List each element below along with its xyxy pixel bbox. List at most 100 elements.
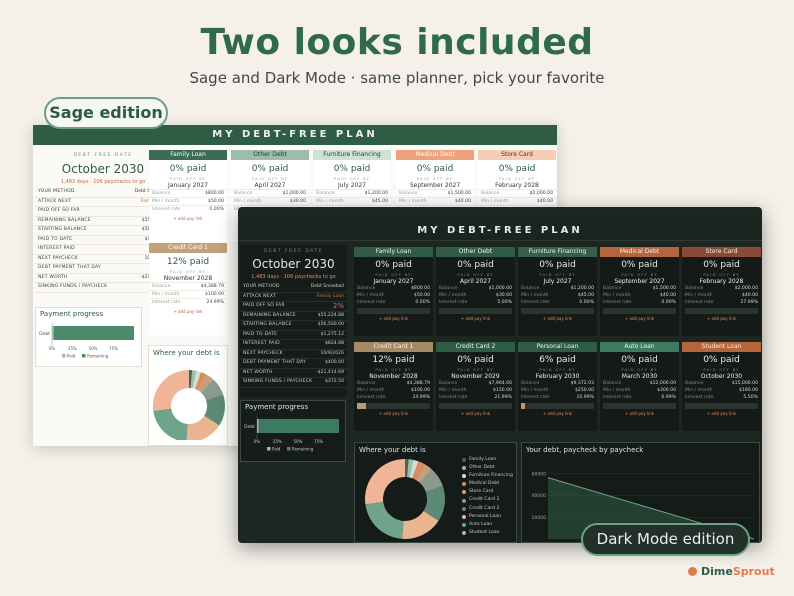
debt-card: Student Loan 0% paid PAID OFF BY October 20… (682, 342, 761, 431)
debt-card-date: February 2028 (495, 182, 539, 189)
legend-remaining-swatch (287, 447, 291, 451)
row-value: $800.00 (205, 191, 224, 196)
debt-card-row: Interest rate 6.99% (600, 394, 679, 401)
row-key: Min / month (521, 388, 549, 393)
add-pay-link[interactable]: + add pay link (149, 309, 227, 314)
legend-label: Credit Card 1 (469, 497, 500, 503)
debt-card-date: April 2027 (254, 182, 286, 189)
progress-bar (521, 308, 594, 314)
paid-off-by-label: PAID OFF BY (457, 367, 494, 372)
debt-card: Family Loan 0% paid PAID OFF BY January 202… (354, 247, 433, 336)
legend-label: Credit Card 2 (469, 505, 500, 511)
row-key: Min / month (439, 388, 467, 393)
add-pay-link[interactable]: + add pay link (149, 216, 227, 221)
add-pay-link[interactable]: + add pay link (436, 411, 515, 416)
progress-tick-label: 0% (49, 346, 56, 351)
debt-card-row: Interest rate 24.99% (354, 394, 433, 401)
paid-off-by-label: PAID OFF BY (375, 272, 412, 277)
row-key: Balance (234, 191, 253, 196)
debt-card-name: Medical Debt (396, 150, 474, 160)
progress-bar-fill (521, 403, 526, 409)
debt-card-row: Interest rate 24.99% (149, 298, 227, 306)
debt-card: Auto Loan 0% paid PAID OFF BY March 2030 Bal… (600, 342, 679, 431)
progress-tick-label: 75% (109, 346, 118, 351)
legend-swatch (462, 482, 466, 487)
add-pay-link[interactable]: + add pay link (518, 411, 597, 416)
summary-value: $55,224.88 (317, 312, 344, 318)
debt-card-row: Interest rate 5.50% (682, 394, 761, 401)
add-pay-link[interactable]: + add pay link (354, 411, 433, 416)
row-key: Min / month (152, 199, 180, 204)
progress-bar-fill (357, 403, 366, 409)
summary-row: Next paycheck 10/9/2026 (240, 350, 347, 359)
summary-key: Remaining balance (243, 312, 296, 318)
debt-card-percent: 12% paid (372, 355, 415, 365)
row-key: Min / month (685, 388, 713, 393)
debt-card-row: Balance $800.00 (149, 189, 227, 197)
debt-card-percent: 0% paid (375, 260, 412, 270)
progress-category-label: Debt (244, 424, 255, 430)
summary-row: Interest paid $824.88 (240, 340, 347, 350)
debt-card-row: Min / month $40.00 (682, 292, 761, 299)
legend-swatch (462, 506, 466, 511)
row-value: $7,964.06 (488, 381, 512, 386)
debt-card-percent: 0% paid (251, 164, 289, 174)
debt-card: Personal Loan 6% paid PAID OFF BY February … (518, 342, 597, 431)
row-key: Balance (685, 286, 704, 291)
donut-legend: Family Loan Other Debt Furniture Financing… (462, 456, 513, 537)
row-key: Balance (521, 381, 540, 386)
dark-payment-progress: Payment progress Debt 0% 25% 50% 75% Paid Rema… (240, 400, 346, 462)
debt-card-date: March 2030 (621, 373, 658, 380)
progress-paid-bar (52, 326, 54, 340)
debt-card-name: Credit Card 1 (354, 342, 433, 352)
paid-off-by-label: PAID OFF BY (333, 176, 371, 181)
row-value: $4,388.79 (200, 284, 224, 289)
add-pay-link[interactable]: + add pay link (354, 316, 433, 321)
row-value: $250.00 (575, 388, 594, 393)
row-value: $1,500.00 (447, 191, 471, 196)
debt-card-row: Min / month $30.00 (436, 292, 515, 299)
summary-row: Remaining balance $55,224.88 (240, 312, 347, 321)
debt-card-name: Auto Loan (600, 342, 679, 352)
add-pay-link[interactable]: + add pay link (600, 316, 679, 321)
legend-label: Medical Debt (469, 481, 500, 487)
debt-free-date: October 2030 (252, 257, 335, 271)
summary-key: Paid to date (243, 331, 278, 337)
legend-swatch (462, 490, 466, 495)
debt-card-percent: 0% paid (703, 355, 740, 365)
donut-slice (365, 459, 405, 505)
debt-card-date: November 2028 (369, 373, 418, 380)
summary-key: Net worth (243, 369, 273, 375)
dark-progress-chart: Debt 0% 25% 50% 75% Paid Remaining (244, 416, 339, 452)
row-value: $300.00 (657, 388, 676, 393)
add-pay-link[interactable]: + add pay link (436, 316, 515, 321)
debt-card-date: July 2027 (338, 182, 366, 189)
legend-swatch (462, 474, 466, 479)
legend-label: Furniture Financing (469, 473, 513, 479)
add-pay-link[interactable]: + add pay link (518, 316, 597, 321)
debt-card-row: Min / month $100.00 (354, 387, 433, 394)
row-key: Interest rate (685, 300, 714, 305)
row-key: Balance (481, 191, 500, 196)
add-pay-link[interactable]: + add pay link (682, 316, 761, 321)
add-pay-link[interactable]: + add pay link (682, 411, 761, 416)
summary-key: Debt payment that day (38, 265, 102, 270)
debt-card: Other Debt 0% paid PAID OFF BY April 2027 Ba… (436, 247, 515, 336)
paid-off-by-label: PAID OFF BY (621, 272, 658, 277)
row-key: Balance (399, 191, 418, 196)
legend-remaining-swatch (82, 354, 86, 358)
summary-value: Debt Snowball (310, 284, 344, 289)
row-key: Min / month (152, 292, 180, 297)
summary-key: Paid to date (38, 236, 73, 242)
row-value: $1,200.00 (570, 286, 594, 291)
summary-key: Your method (243, 284, 280, 289)
row-key: Balance (357, 381, 376, 386)
y-tick-label: 60000 (532, 471, 546, 477)
row-value: 5.00% (497, 300, 512, 305)
debt-card-name: Credit Card 2 (436, 342, 515, 352)
row-value: 0.00% (661, 300, 676, 305)
debt-card: Medical Debt 0% paid PAID OFF BY September … (600, 247, 679, 336)
summary-value: 10/9/2026 (320, 350, 344, 356)
add-pay-link[interactable]: + add pay link (600, 411, 679, 416)
summary-value: $400.00 (325, 360, 344, 365)
